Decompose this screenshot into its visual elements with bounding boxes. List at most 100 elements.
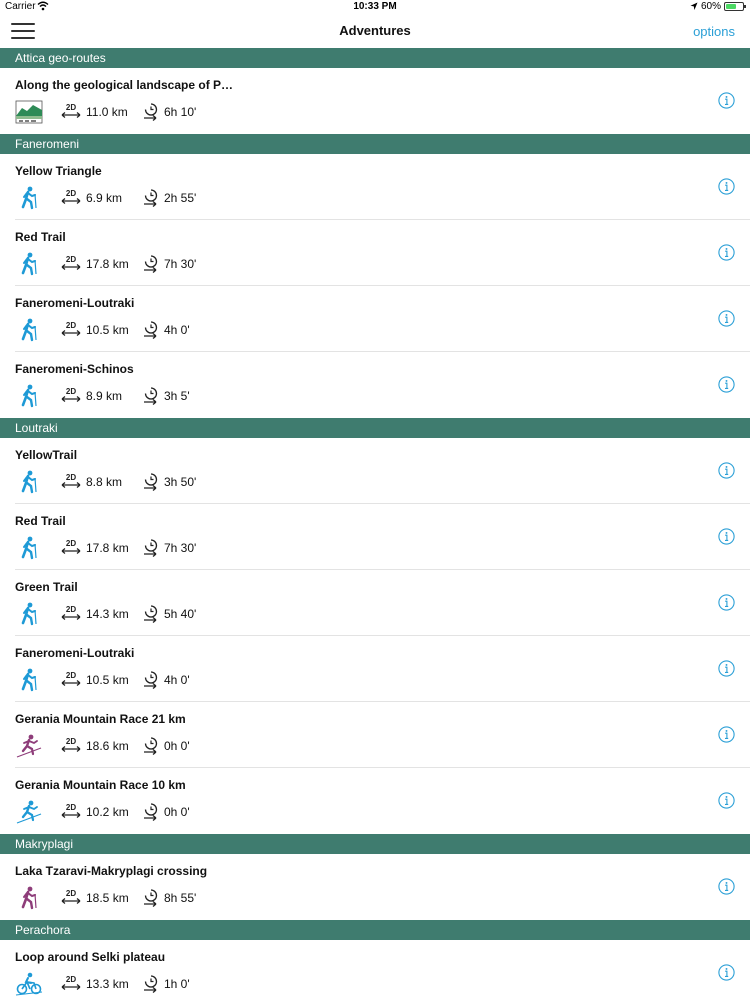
- route-duration: 4h 0': [164, 673, 190, 687]
- section-header: Perachora: [0, 920, 750, 940]
- duration-icon: [142, 188, 160, 208]
- route-details: 2D 18.6 km 0h 0': [15, 734, 190, 758]
- route-distance: 11.0 km: [86, 105, 128, 119]
- route-name: Red Trail: [15, 514, 66, 528]
- svg-text:2D: 2D: [66, 803, 76, 812]
- route-distance: 10.2 km: [86, 805, 129, 819]
- info-icon[interactable]: [718, 376, 735, 393]
- svg-text:2D: 2D: [66, 975, 76, 984]
- route-distance: 10.5 km: [86, 323, 129, 337]
- info-icon[interactable]: [718, 594, 735, 611]
- distance-2d-icon: 2D: [60, 974, 82, 994]
- info-icon[interactable]: [718, 528, 735, 545]
- route-details: 2D 13.3 km 1h 0': [15, 972, 190, 996]
- duration-icon: [142, 974, 160, 994]
- route-row[interactable]: Loop around Selki plateau 2D 13.3 km 1h 0': [0, 940, 750, 1000]
- options-button[interactable]: options: [693, 24, 735, 39]
- hiker-icon: [15, 668, 43, 692]
- info-icon[interactable]: [718, 964, 735, 981]
- duration-icon: [142, 736, 160, 756]
- battery-icon: [724, 2, 746, 11]
- route-name: Loop around Selki plateau: [15, 950, 166, 964]
- menu-icon[interactable]: [11, 23, 35, 39]
- route-row[interactable]: YellowTrail 2D 8.8 km 3h 50': [0, 438, 750, 504]
- duration-icon: [142, 604, 160, 624]
- duration-icon: [142, 472, 160, 492]
- duration-icon: [142, 538, 160, 558]
- svg-text:2D: 2D: [66, 473, 76, 482]
- route-row[interactable]: Laka Tzaravi-Makryplagi crossing 2D 18.5 k…: [0, 854, 750, 920]
- info-icon[interactable]: [718, 178, 735, 195]
- route-name: Along the geological landscape of P…: [15, 78, 234, 92]
- route-details: 2D 14.3 km 5h 40': [15, 602, 196, 626]
- route-row[interactable]: Faneromeni-Schinos 2D 8.9 km 3h 5': [0, 352, 750, 418]
- duration-icon: [142, 320, 160, 340]
- route-duration: 2h 55': [164, 191, 197, 205]
- route-name: Faneromeni-Schinos: [15, 362, 134, 376]
- distance-2d-icon: 2D: [60, 538, 82, 558]
- distance-2d-icon: 2D: [60, 188, 82, 208]
- route-row[interactable]: Faneromeni-Loutraki 2D 10.5 km 4h 0': [0, 286, 750, 352]
- nav-bar: Adventures options: [0, 14, 750, 48]
- hiker-icon: [15, 186, 43, 210]
- info-icon[interactable]: [718, 660, 735, 677]
- trail-runner-blue-icon: [15, 800, 43, 824]
- status-bar: Carrier 10:33 PM 60%: [0, 0, 750, 14]
- route-row[interactable]: Along the geological landscape of P… 2D 11…: [0, 68, 750, 134]
- duration-icon: [142, 670, 160, 690]
- svg-text:2D: 2D: [66, 387, 76, 396]
- route-duration: 7h 30': [164, 541, 197, 555]
- route-name: Faneromeni-Loutraki: [15, 646, 135, 660]
- hiker-icon: [15, 470, 43, 494]
- info-icon[interactable]: [718, 244, 735, 261]
- section-header: Attica geo-routes: [0, 48, 750, 68]
- distance-2d-icon: 2D: [60, 254, 82, 274]
- route-row[interactable]: Green Trail 2D 14.3 km 5h 40': [0, 570, 750, 636]
- route-distance: 14.3 km: [86, 607, 129, 621]
- route-duration: 6h 10': [164, 105, 197, 119]
- adventure-list[interactable]: Attica geo-routes Along the geological la…: [0, 48, 750, 1000]
- section-header: Loutraki: [0, 418, 750, 438]
- route-row[interactable]: Yellow Triangle 2D 6.9 km 2h 55': [0, 154, 750, 220]
- info-icon[interactable]: [718, 92, 735, 109]
- distance-2d-icon: 2D: [60, 386, 82, 406]
- location-arrow-icon: [690, 2, 698, 10]
- route-name: Green Trail: [15, 580, 78, 594]
- route-row[interactable]: Gerania Mountain Race 10 km 2D 10.2 km 0h 0…: [0, 768, 750, 834]
- svg-text:2D: 2D: [66, 321, 76, 330]
- route-name: Gerania Mountain Race 21 km: [15, 712, 186, 726]
- distance-2d-icon: 2D: [60, 888, 82, 908]
- route-distance: 8.9 km: [86, 389, 123, 403]
- route-duration: 4h 0': [164, 323, 190, 337]
- route-row[interactable]: Faneromeni-Loutraki 2D 10.5 km 4h 0': [0, 636, 750, 702]
- route-row[interactable]: Red Trail 2D 17.8 km 7h 30': [0, 220, 750, 286]
- route-distance: 13.3 km: [86, 977, 129, 991]
- route-name: YellowTrail: [15, 448, 78, 462]
- info-icon[interactable]: [718, 310, 735, 327]
- info-icon[interactable]: [718, 792, 735, 809]
- distance-2d-icon: 2D: [60, 604, 82, 624]
- route-details: 2D 18.5 km 8h 55': [15, 886, 196, 910]
- svg-text:2D: 2D: [66, 889, 76, 898]
- geo-landscape-icon: [15, 100, 43, 124]
- route-details: 2D 17.8 km 7h 30': [15, 252, 196, 276]
- svg-text:2D: 2D: [66, 103, 76, 112]
- route-duration: 8h 55': [164, 891, 197, 905]
- svg-text:2D: 2D: [66, 671, 76, 680]
- route-distance: 10.5 km: [86, 673, 129, 687]
- info-icon[interactable]: [718, 878, 735, 895]
- route-distance: 18.6 km: [86, 739, 129, 753]
- distance-2d-icon: 2D: [60, 472, 82, 492]
- duration-icon: [142, 254, 160, 274]
- svg-text:2D: 2D: [66, 539, 76, 548]
- duration-icon: [142, 102, 160, 122]
- route-distance: 17.8 km: [86, 257, 129, 271]
- route-row[interactable]: Red Trail 2D 17.8 km 7h 30': [0, 504, 750, 570]
- info-icon[interactable]: [718, 462, 735, 479]
- route-details: 2D 8.8 km 3h 50': [15, 470, 196, 494]
- hiker-icon: [15, 252, 43, 276]
- route-row[interactable]: Gerania Mountain Race 21 km 2D 18.6 km 0h 0…: [0, 702, 750, 768]
- route-details: 2D 11.0 km 6h 10': [15, 100, 196, 124]
- info-icon[interactable]: [718, 726, 735, 743]
- svg-text:2D: 2D: [66, 605, 76, 614]
